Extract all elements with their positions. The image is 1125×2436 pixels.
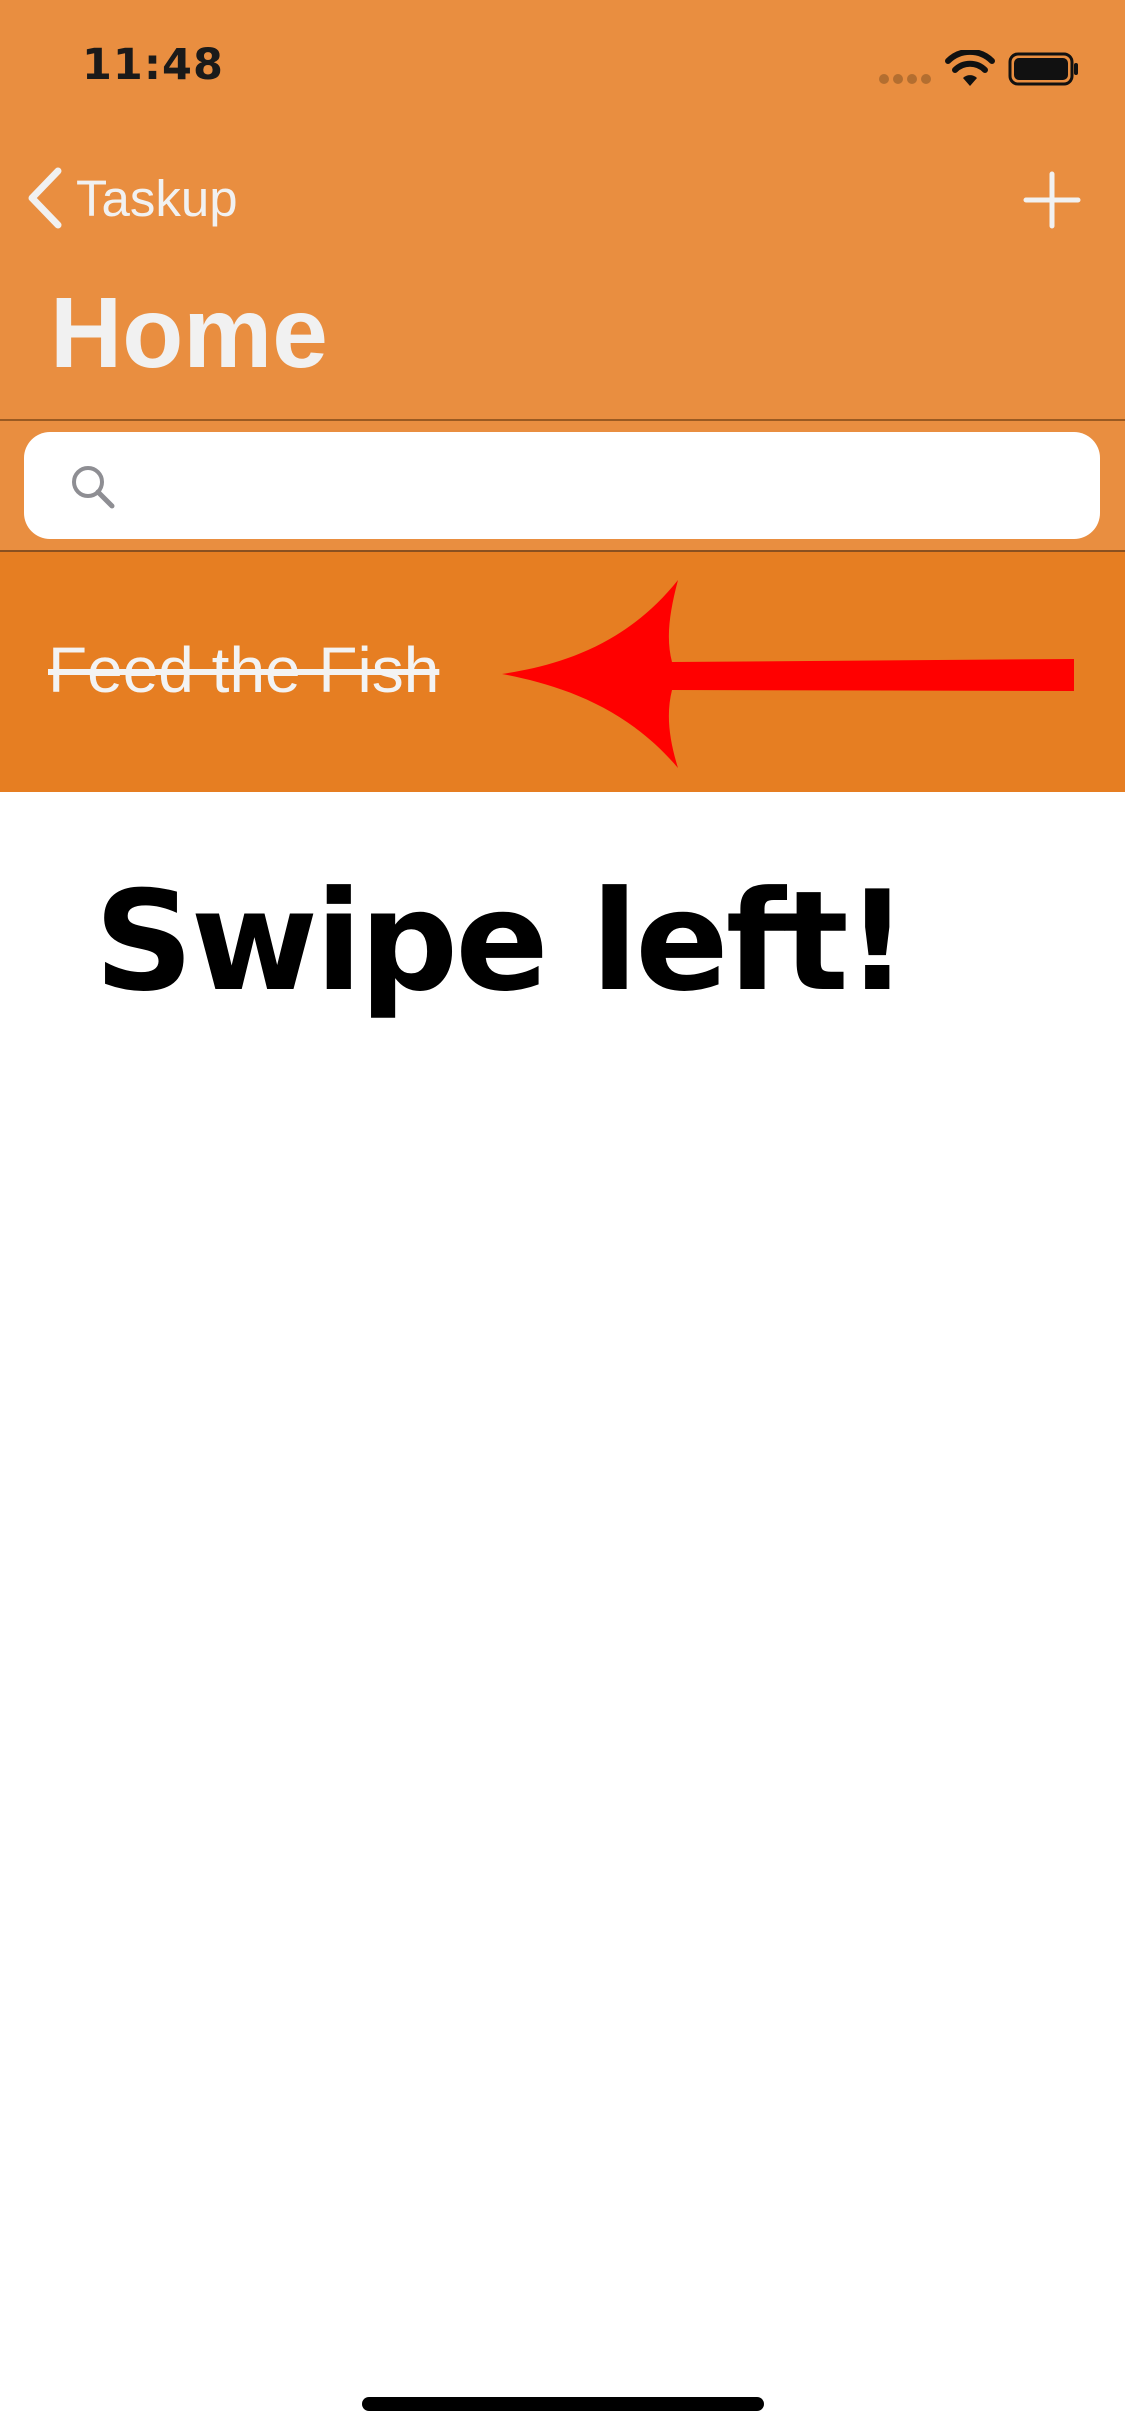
home-indicator[interactable] <box>362 2397 764 2411</box>
search-input[interactable] <box>132 452 1076 520</box>
chevron-left-icon <box>28 167 62 229</box>
swipe-hint-text: Swipe left! <box>94 861 908 1022</box>
left-arrow-icon <box>502 580 1074 768</box>
wifi-icon <box>945 50 995 86</box>
battery-icon <box>1008 52 1078 86</box>
task-title: Feed the Fish <box>48 634 440 706</box>
add-task-button[interactable] <box>1022 170 1082 230</box>
search-icon <box>72 466 115 509</box>
search-field[interactable] <box>24 432 1100 539</box>
status-time: 11:48 <box>82 40 224 90</box>
page-title: Home <box>50 277 328 389</box>
back-button[interactable]: Taskup <box>24 160 238 236</box>
cellular-signal-icon <box>879 74 931 84</box>
back-button-label: Taskup <box>76 169 238 227</box>
